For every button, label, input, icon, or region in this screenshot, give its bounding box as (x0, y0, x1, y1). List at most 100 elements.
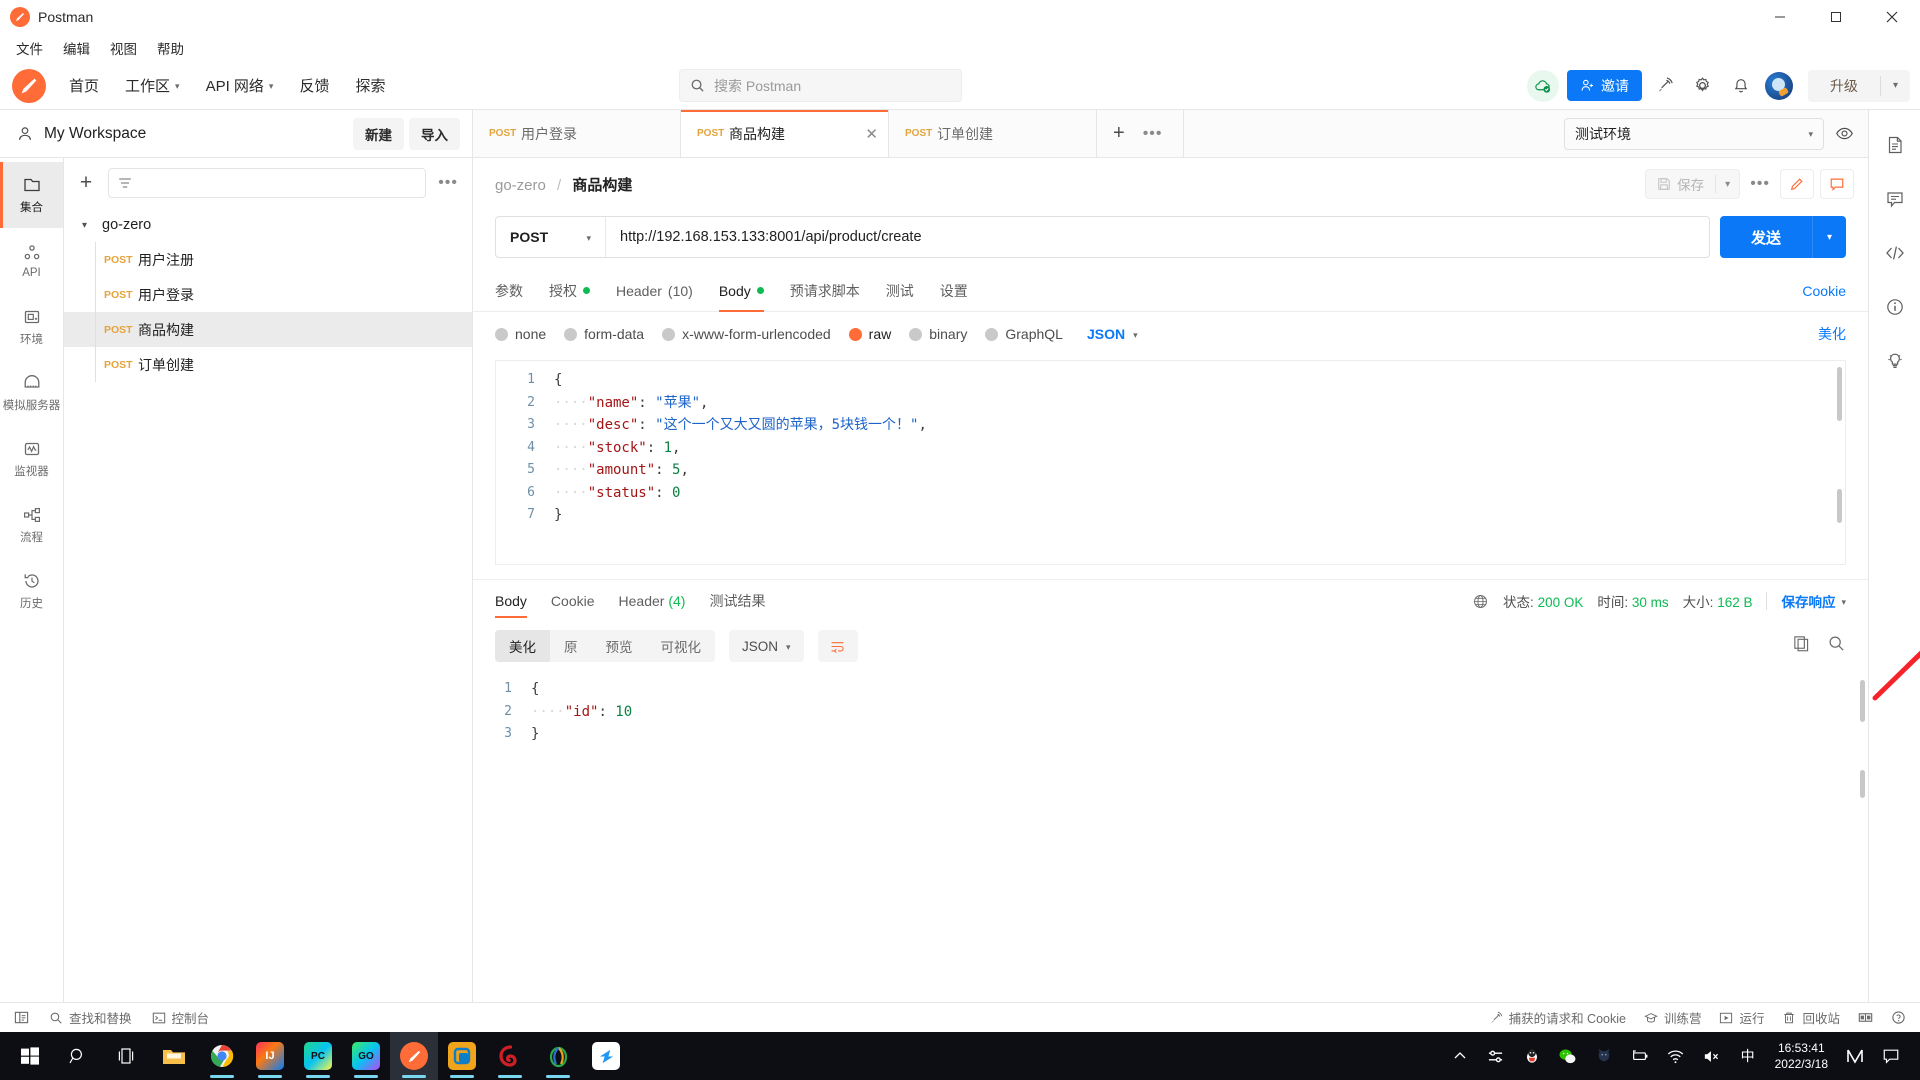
sidebar-item-environments[interactable]: 环境 (0, 294, 63, 360)
environment-selector[interactable]: 测试环境 ▾ (1564, 118, 1824, 150)
taskbar-todo-app[interactable] (582, 1032, 630, 1080)
captured-requests-button[interactable]: 捕获的请求和 Cookie (1489, 1008, 1626, 1027)
code-icon[interactable] (1882, 240, 1908, 266)
view-mode-visualize[interactable]: 可视化 (647, 630, 716, 662)
maximize-button[interactable] (1808, 0, 1864, 34)
m-icon[interactable] (1838, 1032, 1872, 1080)
close-icon[interactable]: ✕ (865, 125, 878, 143)
nav-home[interactable]: 首页 (58, 69, 110, 102)
ime-indicator[interactable]: 中 (1731, 1046, 1765, 1066)
info-icon[interactable] (1882, 294, 1908, 320)
menu-edit[interactable]: 编辑 (55, 35, 98, 61)
collections-more-icon[interactable]: ••• (434, 174, 462, 192)
comment-icon[interactable] (1820, 169, 1854, 199)
save-chevron-down-icon[interactable]: ▾ (1716, 179, 1739, 190)
menu-file[interactable]: 文件 (8, 35, 51, 61)
mute-icon[interactable] (1695, 1032, 1729, 1080)
settings-sliders-icon[interactable] (1479, 1032, 1513, 1080)
body-type-none[interactable]: none (495, 326, 546, 342)
task-view-button[interactable] (102, 1032, 150, 1080)
postman-brand-icon[interactable] (12, 69, 46, 103)
sidebar-toggle-icon[interactable] (14, 1010, 29, 1025)
scrollbar-thumb[interactable] (1837, 489, 1842, 523)
taskbar-search-button[interactable] (54, 1032, 102, 1080)
console-button[interactable]: 控制台 (152, 1008, 210, 1027)
tab-settings[interactable]: 设置 (940, 270, 968, 312)
battery-icon[interactable] (1623, 1032, 1657, 1080)
tab-headers[interactable]: Header(10) (616, 270, 693, 312)
body-type-graphql[interactable]: GraphQL (985, 326, 1063, 342)
invite-button[interactable]: 邀请 (1567, 70, 1642, 101)
menu-help[interactable]: 帮助 (149, 35, 192, 61)
view-mode-pretty[interactable]: 美化 (495, 630, 550, 662)
edit-pencil-icon[interactable] (1780, 169, 1814, 199)
sidebar-item-history[interactable]: 历史 (0, 558, 63, 624)
sidebar-item-mock-servers[interactable]: 模拟服务器 (0, 360, 63, 426)
minimize-button[interactable] (1752, 0, 1808, 34)
sidebar-item-flows[interactable]: 流程 (0, 492, 63, 558)
view-mode-raw[interactable]: 原 (550, 630, 592, 662)
taskbar-intellij-idea[interactable]: IJ (246, 1032, 294, 1080)
add-collection-button[interactable]: + (72, 169, 100, 197)
taskbar-ring-app[interactable] (534, 1032, 582, 1080)
satellite-icon[interactable] (1650, 71, 1680, 101)
trash-button[interactable]: 回收站 (1782, 1008, 1840, 1027)
sidebar-item-monitors[interactable]: 监视器 (0, 426, 63, 492)
scrollbar-thumb[interactable] (1860, 770, 1865, 798)
save-button[interactable]: 保存 (1646, 174, 1715, 194)
documentation-icon[interactable] (1882, 132, 1908, 158)
taskbar-file-explorer[interactable] (150, 1032, 198, 1080)
response-format-selector[interactable]: JSON▾ (729, 630, 804, 662)
nav-explore[interactable]: 探索 (344, 69, 396, 102)
find-and-replace-button[interactable]: 查找和替换 (49, 1008, 132, 1027)
response-tab-test-results[interactable]: 测试结果 (709, 580, 765, 622)
cookies-link[interactable]: Cookie (1802, 283, 1846, 299)
scrollbar-thumb[interactable] (1837, 367, 1842, 421)
nav-feedback[interactable]: 反馈 (288, 69, 340, 102)
tab-user-login[interactable]: POST 用户登录 (473, 110, 681, 157)
tab-product-create[interactable]: POST 商品构建 ✕ (681, 110, 889, 157)
runner-button[interactable]: 运行 (1719, 1008, 1764, 1027)
tab-order-create[interactable]: POST 订单创建 (889, 110, 1097, 157)
close-button[interactable] (1864, 0, 1920, 34)
list-item[interactable]: POST 商品构建 (64, 312, 472, 347)
tab-pre-request-script[interactable]: 预请求脚本 (790, 270, 860, 312)
nav-api-network[interactable]: API 网络▾ (195, 69, 285, 102)
new-button[interactable]: 新建 (353, 118, 404, 150)
qq-icon[interactable] (1515, 1032, 1549, 1080)
tab-authorization[interactable]: 授权 (549, 270, 590, 312)
menu-view[interactable]: 视图 (102, 35, 145, 61)
taskbar-postman[interactable] (390, 1032, 438, 1080)
workspace-name[interactable]: My Workspace (44, 125, 146, 143)
lightbulb-icon[interactable] (1882, 348, 1908, 374)
response-tab-body[interactable]: Body (495, 580, 527, 622)
list-item[interactable]: POST 用户注册 (64, 242, 472, 277)
body-type-raw[interactable]: raw (849, 326, 892, 342)
body-type-binary[interactable]: binary (909, 326, 967, 342)
wifi-icon[interactable] (1659, 1032, 1693, 1080)
taskbar-navicat[interactable] (486, 1032, 534, 1080)
scrollbar-thumb[interactable] (1860, 680, 1865, 722)
tab-more-icon[interactable]: ••• (1139, 125, 1167, 143)
search-input[interactable]: 搜索 Postman (679, 69, 962, 102)
copy-icon[interactable] (1792, 634, 1811, 658)
body-type-urlencoded[interactable]: x-www-form-urlencoded (662, 326, 831, 342)
taskbar-pycharm[interactable]: PC (294, 1032, 342, 1080)
nav-workspaces[interactable]: 工作区▾ (114, 69, 191, 102)
cat-icon[interactable] (1587, 1032, 1621, 1080)
upgrade-button[interactable]: 升级 (1808, 76, 1880, 96)
breadcrumb-collection[interactable]: go-zero (495, 177, 546, 194)
tab-body[interactable]: Body (719, 270, 764, 312)
save-response-button[interactable]: 保存响应▾ (1781, 591, 1846, 611)
bell-icon[interactable] (1726, 71, 1756, 101)
taskbar-vmware[interactable] (438, 1032, 486, 1080)
help-icon[interactable] (1891, 1010, 1906, 1025)
taskbar-goland[interactable]: GO (342, 1032, 390, 1080)
request-editor-code[interactable]: {····"name": "苹果",····"desc": "这个一个又大又圆的… (544, 361, 1845, 564)
tab-params[interactable]: 参数 (495, 270, 523, 312)
send-chevron-down-icon[interactable]: ▾ (1812, 216, 1846, 258)
environment-quick-look-eye-icon[interactable] (1824, 124, 1864, 143)
tab-tests[interactable]: 测试 (886, 270, 914, 312)
url-input[interactable]: http://192.168.153.133:8001/api/product/… (606, 217, 1709, 257)
import-button[interactable]: 导入 (409, 118, 460, 150)
